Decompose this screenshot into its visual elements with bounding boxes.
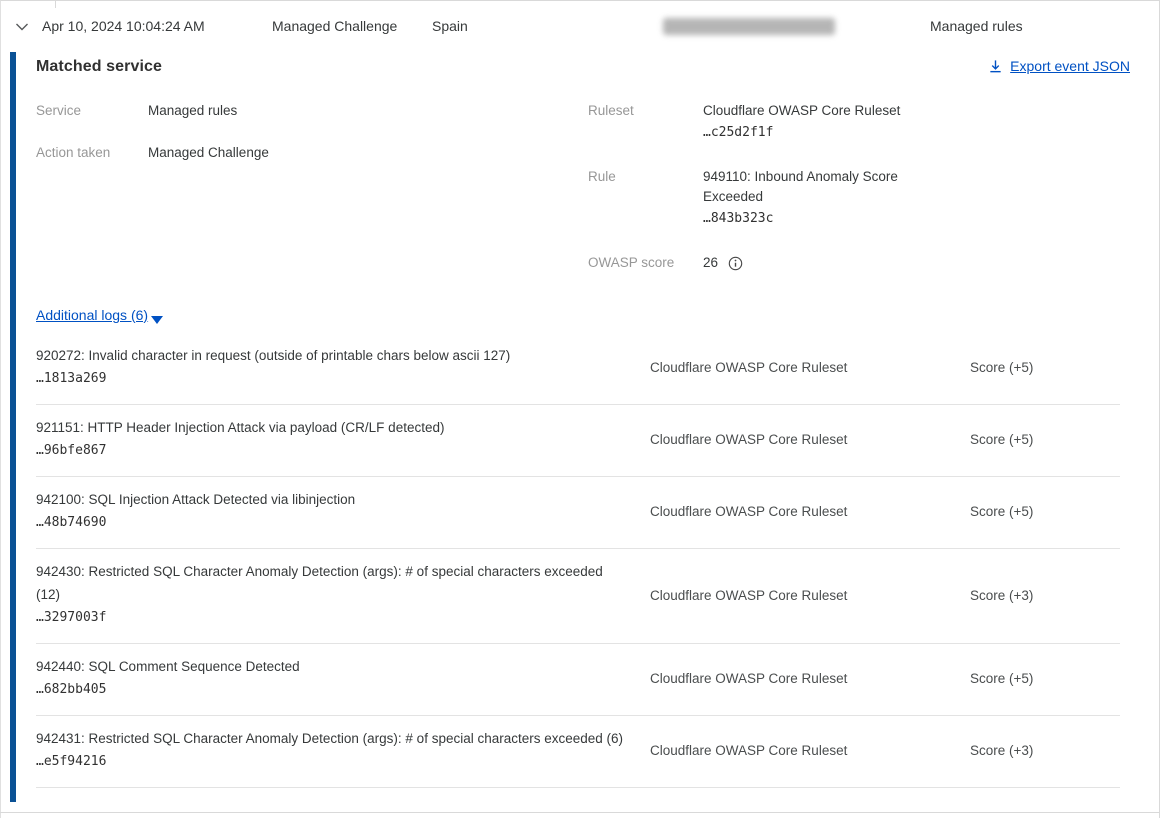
event-timestamp: Apr 10, 2024 10:04:24 AM (42, 18, 205, 34)
event-country: Spain (432, 18, 468, 34)
table-bottom-border (0, 812, 1160, 813)
event-action: Managed Challenge (272, 18, 397, 34)
event-table-frame (0, 0, 1160, 818)
firewall-event-expanded-view: Apr 10, 2024 10:04:24 AM Managed Challen… (0, 0, 1160, 818)
redacted-value (663, 18, 835, 35)
event-service: Managed rules (930, 18, 1023, 34)
chevron-down-icon[interactable] (14, 19, 30, 35)
event-summary-row[interactable]: Apr 10, 2024 10:04:24 AM Managed Challen… (0, 0, 1160, 52)
